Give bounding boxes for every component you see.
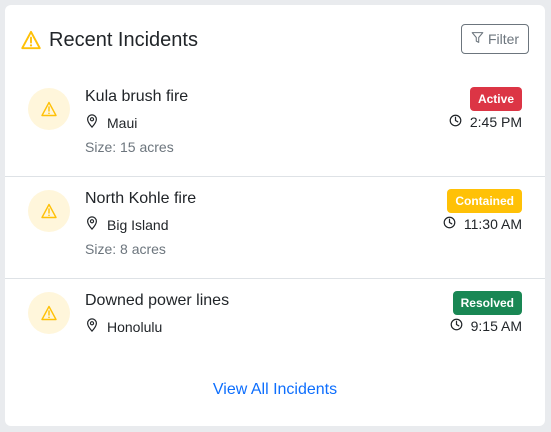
- view-all-incidents-link[interactable]: View All Incidents: [5, 380, 545, 400]
- incident-title: Downed power lines: [85, 292, 230, 309]
- incident-time: 11:30 AM: [443, 216, 522, 232]
- clock-icon: [449, 114, 464, 130]
- incident-list: Kula brush fire Maui Size: 15 acres Acti…: [5, 75, 545, 357]
- clock-icon: [443, 216, 458, 232]
- incident-location: Big Island: [85, 216, 168, 233]
- incident-row[interactable]: North Kohle fire Big Island Size: 8 acre…: [5, 177, 545, 279]
- incident-time-label: 2:45 PM: [469, 114, 522, 130]
- incident-warning-icon: [28, 88, 70, 130]
- incident-time: 9:15 AM: [450, 318, 522, 334]
- incident-size: Size: 15 acres: [85, 139, 174, 155]
- incident-time-label: 11:30 AM: [463, 216, 522, 232]
- filter-label: Filter: [487, 31, 520, 47]
- funnel-icon: [471, 31, 484, 47]
- incident-location-label: Honolulu: [107, 318, 163, 335]
- incident-location: Maui: [85, 114, 137, 131]
- incident-warning-icon: [28, 292, 70, 334]
- card-title: Recent Incidents: [49, 29, 198, 51]
- incident-title: North Kohle fire: [85, 190, 197, 207]
- incident-row[interactable]: Downed power lines Honolulu Resolved 9:1…: [5, 279, 545, 357]
- incident-size: Size: 8 acres: [85, 241, 166, 257]
- map-pin-icon: [85, 216, 101, 233]
- incident-row[interactable]: Kula brush fire Maui Size: 15 acres Acti…: [5, 75, 545, 177]
- incident-location-label: Maui: [107, 114, 138, 131]
- card-header: Recent Incidents Filter: [5, 5, 545, 75]
- map-pin-icon: [85, 114, 101, 131]
- incident-time-label: 9:15 AM: [470, 318, 522, 334]
- map-pin-icon: [85, 318, 101, 335]
- clock-icon: [450, 318, 465, 334]
- incident-location-label: Big Island: [107, 216, 169, 233]
- status-badge: Resolved: [452, 291, 522, 315]
- incident-title: Kula brush fire: [85, 88, 189, 105]
- incident-time: 2:45 PM: [449, 114, 522, 130]
- recent-incidents-card: Recent Incidents Filter Kula brush fire: [5, 5, 545, 426]
- incident-warning-icon: [28, 190, 70, 232]
- warning-icon: [21, 30, 41, 50]
- status-badge: Active: [469, 87, 522, 111]
- incident-location: Honolulu: [85, 318, 162, 335]
- status-badge: Contained: [447, 189, 522, 213]
- filter-button[interactable]: Filter: [461, 24, 529, 54]
